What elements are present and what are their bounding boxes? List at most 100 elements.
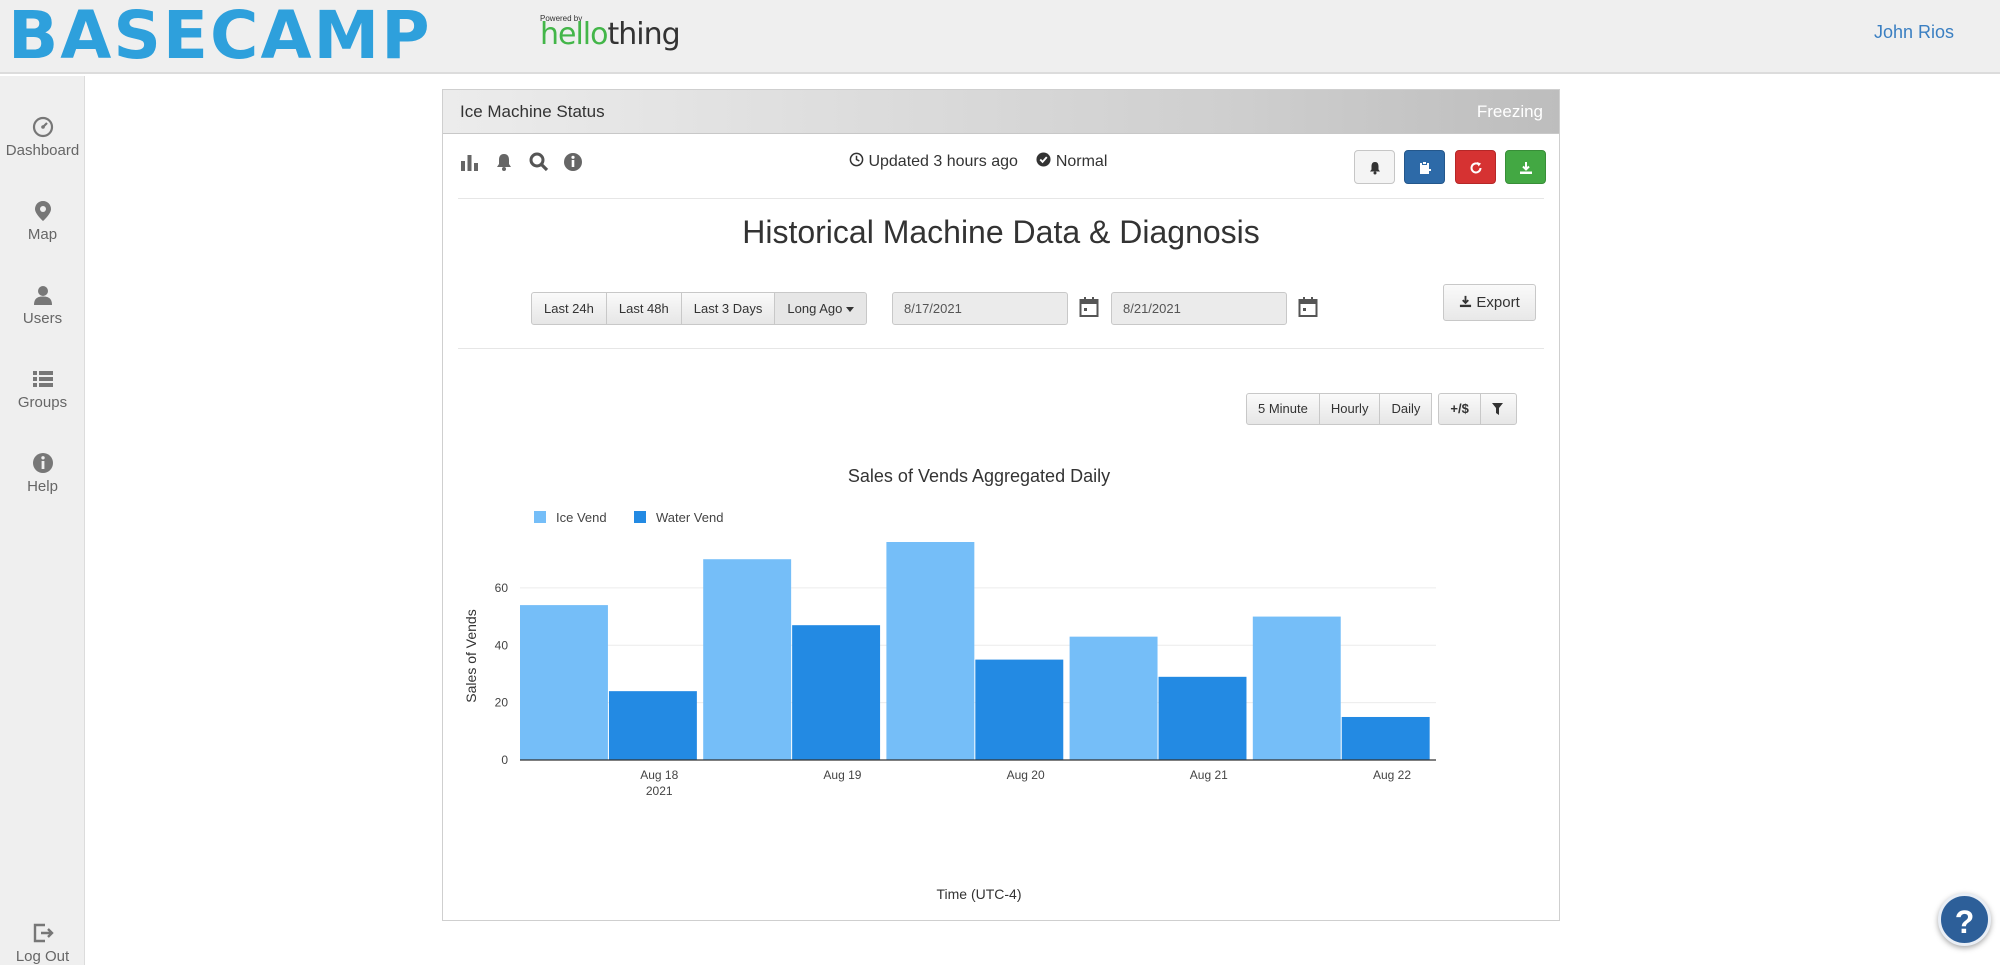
- x-axis-label: Time (UTC-4): [936, 886, 1021, 902]
- sidebar-item-map[interactable]: Map: [0, 200, 85, 243]
- logout-icon: [33, 923, 54, 943]
- legend-water-vend[interactable]: Water Vend: [656, 510, 723, 525]
- top-bar: BASECAMP Powered by hellothing John Rios: [0, 0, 2000, 74]
- date-from-field[interactable]: 8/17/2021: [892, 292, 1068, 325]
- vends-bar-chart: Sales of Vends Aggregated Daily Ice Vend…: [463, 466, 1436, 902]
- refresh-button[interactable]: [1454, 150, 1496, 184]
- alert-button[interactable]: [1353, 150, 1395, 184]
- sidebar-item-label: Users: [22, 310, 63, 327]
- sidebar: Dashboard Map Users Groups Help Log Out: [0, 76, 85, 965]
- bar-ice-vend[interactable]: [886, 542, 975, 760]
- y-axis-label: Sales of Vends: [463, 609, 479, 702]
- sidebar-item-label: Map: [27, 226, 58, 243]
- updated-text: Updated 3 hours ago: [868, 153, 1018, 170]
- range-last-3-days-button[interactable]: Last 3 Days: [680, 292, 776, 325]
- partner-logo: hellothing: [540, 17, 681, 52]
- date-to-field[interactable]: 8/21/2021: [1111, 292, 1287, 325]
- bar-water-vend[interactable]: [1158, 676, 1247, 760]
- bar-chart-icon[interactable]: [460, 152, 480, 177]
- page-title: Historical Machine Data & Diagnosis: [742, 214, 1260, 250]
- report-button[interactable]: [1404, 150, 1446, 184]
- value-toggle-button[interactable]: +/$: [1438, 393, 1481, 425]
- legend-ice-vend[interactable]: Ice Vend: [556, 510, 607, 525]
- info-icon: [32, 453, 53, 473]
- y-tick-label: 60: [495, 581, 509, 595]
- action-buttons: [1349, 150, 1546, 184]
- clipboard-icon: [1420, 161, 1432, 174]
- range-last-24h-button[interactable]: Last 24h: [531, 292, 607, 325]
- bar-ice-vend[interactable]: [520, 605, 608, 760]
- brand-logo[interactable]: BASECAMP: [8, 0, 432, 72]
- x-tick-label: Aug 22: [1373, 768, 1411, 782]
- y-tick-label: 20: [495, 696, 509, 710]
- clock-icon: [849, 152, 864, 171]
- y-tick-label: 40: [495, 638, 509, 652]
- sidebar-item-label: Groups: [17, 394, 68, 411]
- sidebar-item-label: Help: [27, 478, 58, 495]
- granularity-selector: 5 Minute Hourly Daily +/$: [1246, 393, 1517, 425]
- ice-machine-panel: Ice Machine Status Freezing Updated 3 ho…: [442, 89, 1560, 921]
- download-button[interactable]: [1505, 150, 1546, 184]
- calendar-icon[interactable]: [1079, 296, 1099, 318]
- range-long-ago-dropdown[interactable]: Long Ago: [774, 292, 868, 325]
- refresh-icon: [1470, 162, 1482, 174]
- bell-icon[interactable]: [494, 152, 514, 177]
- check-circle-icon: [1036, 152, 1051, 171]
- logout-button[interactable]: Log Out: [0, 922, 85, 965]
- export-label: Export: [1476, 294, 1520, 311]
- dashboard-icon: [32, 116, 53, 138]
- caret-down-icon: [846, 307, 855, 313]
- download-icon: [1520, 162, 1532, 174]
- panel-title: Ice Machine Status: [460, 102, 605, 121]
- bar-ice-vend[interactable]: [1069, 636, 1158, 760]
- x-tick-label: Aug 21: [1190, 768, 1228, 782]
- y-tick-label: 0: [501, 753, 508, 767]
- filter-icon: [1491, 403, 1503, 415]
- update-status: Updated 3 hours ago Normal: [849, 152, 1107, 172]
- legend-swatch-ice-vend: [534, 511, 546, 523]
- sidebar-item-help[interactable]: Help: [0, 452, 85, 495]
- granularity-daily-button[interactable]: Daily: [1379, 393, 1433, 425]
- filter-button[interactable]: [1479, 393, 1517, 425]
- search-icon[interactable]: [529, 152, 549, 177]
- map-pin-icon: [34, 201, 51, 221]
- tool-icons: [460, 152, 593, 176]
- bar-water-vend[interactable]: [975, 659, 1064, 760]
- chart-title: Sales of Vends Aggregated Daily: [848, 466, 1110, 486]
- x-tick-label: Aug 19: [823, 768, 861, 782]
- sidebar-item-dashboard[interactable]: Dashboard: [0, 116, 85, 159]
- range-last-48h-button[interactable]: Last 48h: [605, 292, 682, 325]
- sidebar-item-users[interactable]: Users: [0, 284, 85, 327]
- partner-logo-thing: thing: [607, 17, 681, 52]
- bar-ice-vend[interactable]: [703, 559, 792, 760]
- machine-status-badge: Freezing: [1476, 102, 1543, 121]
- x-tick-label: Aug 18: [640, 768, 678, 782]
- divider: [458, 198, 1544, 199]
- info-icon[interactable]: [563, 152, 583, 177]
- calendar-icon[interactable]: [1298, 296, 1318, 318]
- list-icon: [32, 371, 53, 387]
- panel-header: Ice Machine Status Freezing: [443, 90, 1559, 134]
- range-long-ago-label: Long Ago: [787, 301, 843, 316]
- download-icon: [1460, 295, 1472, 308]
- sidebar-item-label: Dashboard: [5, 142, 80, 159]
- granularity-5-minute-button[interactable]: 5 Minute: [1246, 393, 1320, 425]
- export-button[interactable]: Export: [1443, 284, 1536, 321]
- x-tick-label: Aug 20: [1007, 768, 1045, 782]
- bar-water-vend[interactable]: [792, 625, 881, 760]
- bar-ice-vend[interactable]: [1252, 616, 1341, 760]
- sidebar-item-groups[interactable]: Groups: [0, 368, 85, 411]
- granularity-hourly-button[interactable]: Hourly: [1318, 393, 1381, 425]
- legend-swatch-water-vend: [634, 511, 646, 523]
- bar-water-vend[interactable]: [1341, 716, 1430, 760]
- divider: [458, 348, 1544, 349]
- bar-water-vend[interactable]: [608, 691, 697, 760]
- range-selector: Last 24h Last 48h Last 3 Days Long Ago: [531, 292, 868, 325]
- condition-text: Normal: [1055, 153, 1108, 170]
- bell-icon: [1369, 162, 1380, 175]
- user-menu[interactable]: John Rios: [1874, 22, 1954, 43]
- help-chat-button[interactable]: ?: [1938, 893, 1991, 946]
- user-icon: [33, 286, 52, 305]
- logout-label: Log Out: [15, 948, 70, 965]
- partner-logo-hello: hello: [540, 17, 608, 52]
